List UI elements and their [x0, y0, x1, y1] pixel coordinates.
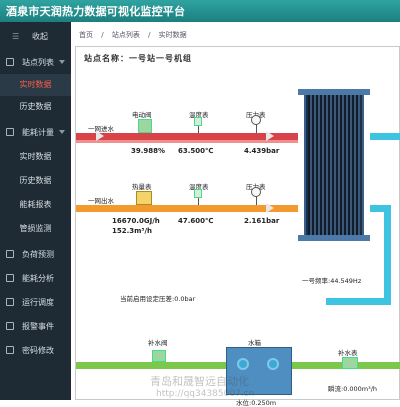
- sidebar-group-load-forecast[interactable]: 负荷预测: [0, 244, 71, 266]
- forecast-icon: [6, 250, 14, 258]
- return-label: 一网出水: [88, 197, 114, 205]
- chevron-down-icon: [59, 130, 65, 134]
- makeup-flow: 瞬流:0.000m³/h: [328, 385, 378, 393]
- sidebar-item-label: 能耗计量: [22, 128, 54, 137]
- sidebar-item-energy-report[interactable]: 能耗报表: [0, 194, 71, 216]
- sidebar-item-label: 历史数据: [19, 176, 52, 185]
- station-name: 站点名称：一号站一号机组: [84, 54, 192, 63]
- sidebar-item-label: 能耗分析: [22, 274, 54, 283]
- station-panel: 站点名称：一号站一号机组 一网进水 电动阀 39.988% 温度表 63.500…: [75, 46, 400, 407]
- pressure-value: 2.161bar: [244, 217, 280, 225]
- temperature-value: 47.600℃: [178, 217, 214, 225]
- sidebar-group-password[interactable]: 密码修改: [0, 340, 71, 362]
- pressure-gauge-icon: [251, 187, 261, 197]
- flow-arrow-icon: [266, 131, 274, 141]
- lock-icon: [6, 346, 14, 354]
- supply-pipe: [76, 133, 298, 140]
- sidebar-item-label: 密码修改: [22, 346, 54, 355]
- thermometer-icon: [194, 189, 202, 198]
- secondary-return-riser: [384, 205, 391, 305]
- sidebar-item-label: 报警事件: [22, 322, 54, 331]
- menu-icon: ☰: [12, 32, 20, 41]
- collapse-label: 收起: [32, 32, 48, 41]
- valve-label: 电动阀: [132, 111, 152, 119]
- sidebar-item-label: 历史数据: [19, 102, 52, 111]
- app-title: 酒泉市天润热力数据可视化监控平台: [6, 5, 186, 18]
- sidebar-group-alarms[interactable]: 报警事件: [0, 316, 71, 338]
- sidebar-group-energy[interactable]: 能耗计量: [0, 122, 71, 144]
- alarm-icon: [6, 322, 14, 330]
- sidebar-group-dispatch[interactable]: 运行调度: [0, 292, 71, 314]
- tank-window-icon: [237, 358, 249, 370]
- tank-window-icon: [267, 358, 279, 370]
- thermometer-icon: [194, 117, 202, 126]
- makeup-valve-icon[interactable]: [152, 350, 166, 362]
- watermark-company: 青岛和晟智远自动化: [150, 375, 249, 388]
- flow-arrow-icon: [266, 203, 274, 213]
- analysis-icon: [6, 274, 14, 282]
- home-icon: [6, 58, 14, 66]
- makeup-meter-label: 补水表: [338, 349, 358, 357]
- pressure-gauge-icon: [251, 115, 261, 125]
- pump-pipe: [326, 298, 391, 305]
- secondary-supply-pipe: [370, 133, 400, 140]
- exchanger-plates: [308, 95, 360, 235]
- sidebar-item-label: 能耗报表: [19, 200, 52, 209]
- sidebar-group-sites[interactable]: 站点列表: [0, 52, 71, 74]
- dispatch-icon: [6, 298, 14, 306]
- heat-value: 16670.0GJ/h: [112, 217, 160, 225]
- supply-pipe-highlight: [76, 140, 298, 143]
- sidebar-collapse-button[interactable]: ☰ 收起: [0, 26, 71, 48]
- breadcrumb-separator: /: [101, 31, 104, 39]
- meter-icon: [6, 128, 14, 136]
- return-pipe: [76, 205, 298, 212]
- pump-frequency: 一号频率:44.549Hz: [302, 277, 362, 285]
- breadcrumb: 首页 / 站点列表 / 实时数据: [79, 30, 193, 40]
- top-bar: 酒泉市天润热力数据可视化监控平台: [0, 0, 400, 22]
- breadcrumb-home[interactable]: 首页: [79, 31, 93, 39]
- sidebar-item-label: 实时数据: [19, 152, 52, 161]
- sidebar-item-energy-realtime[interactable]: 实时数据: [0, 146, 71, 168]
- heat-meter-label: 热量表: [132, 183, 152, 191]
- flow-value: 152.3m³/h: [112, 227, 153, 235]
- valve-value: 39.988%: [131, 147, 166, 155]
- sidebar-item-realtime[interactable]: 实时数据: [0, 74, 71, 96]
- main-content: 首页 / 站点列表 / 实时数据 站点名称：一号站一号机组 一网进水 电动阀 3…: [71, 22, 400, 407]
- tank-label: 水箱: [248, 339, 261, 347]
- sidebar-item-history[interactable]: 历史数据: [0, 96, 71, 118]
- pressure-value: 4.439bar: [244, 147, 280, 155]
- breadcrumb-sites[interactable]: 站点列表: [112, 31, 140, 39]
- sidebar-item-pipe-loss[interactable]: 管损监测: [0, 218, 71, 240]
- sidebar: ☰ 收起 站点列表 实时数据 历史数据 能耗计量 实时数据 历史数据 能耗报表 …: [0, 22, 71, 400]
- sidebar-group-energy-analysis[interactable]: 能耗分析: [0, 268, 71, 290]
- sidebar-item-label: 管损监测: [19, 224, 52, 233]
- exchanger-cap: [298, 89, 370, 95]
- supply-label: 一网进水: [88, 125, 114, 133]
- electric-valve-icon[interactable]: [138, 119, 152, 133]
- sidebar-item-label: 运行调度: [22, 298, 54, 307]
- setpoint-label: 当前启用设定压差:0.0bar: [120, 295, 196, 303]
- plate-heat-exchanger: [298, 89, 370, 241]
- watermark-url: http://qq34385007.cn: [156, 389, 255, 399]
- makeup-meter-icon: [342, 357, 358, 369]
- heat-meter-icon[interactable]: [136, 191, 152, 205]
- sidebar-item-label: 实时数据: [19, 80, 52, 89]
- chevron-down-icon: [59, 60, 65, 64]
- sidebar-item-energy-history[interactable]: 历史数据: [0, 170, 71, 192]
- breadcrumb-current: 实时数据: [158, 31, 187, 39]
- makeup-valve-label: 补水阀: [148, 339, 168, 347]
- exchanger-cap: [298, 235, 370, 241]
- temperature-value: 63.500℃: [178, 147, 214, 155]
- sidebar-item-label: 负荷预测: [22, 250, 54, 259]
- breadcrumb-separator: /: [148, 31, 151, 39]
- makeup-pipe: [76, 362, 226, 369]
- sidebar-item-label: 站点列表: [22, 58, 54, 67]
